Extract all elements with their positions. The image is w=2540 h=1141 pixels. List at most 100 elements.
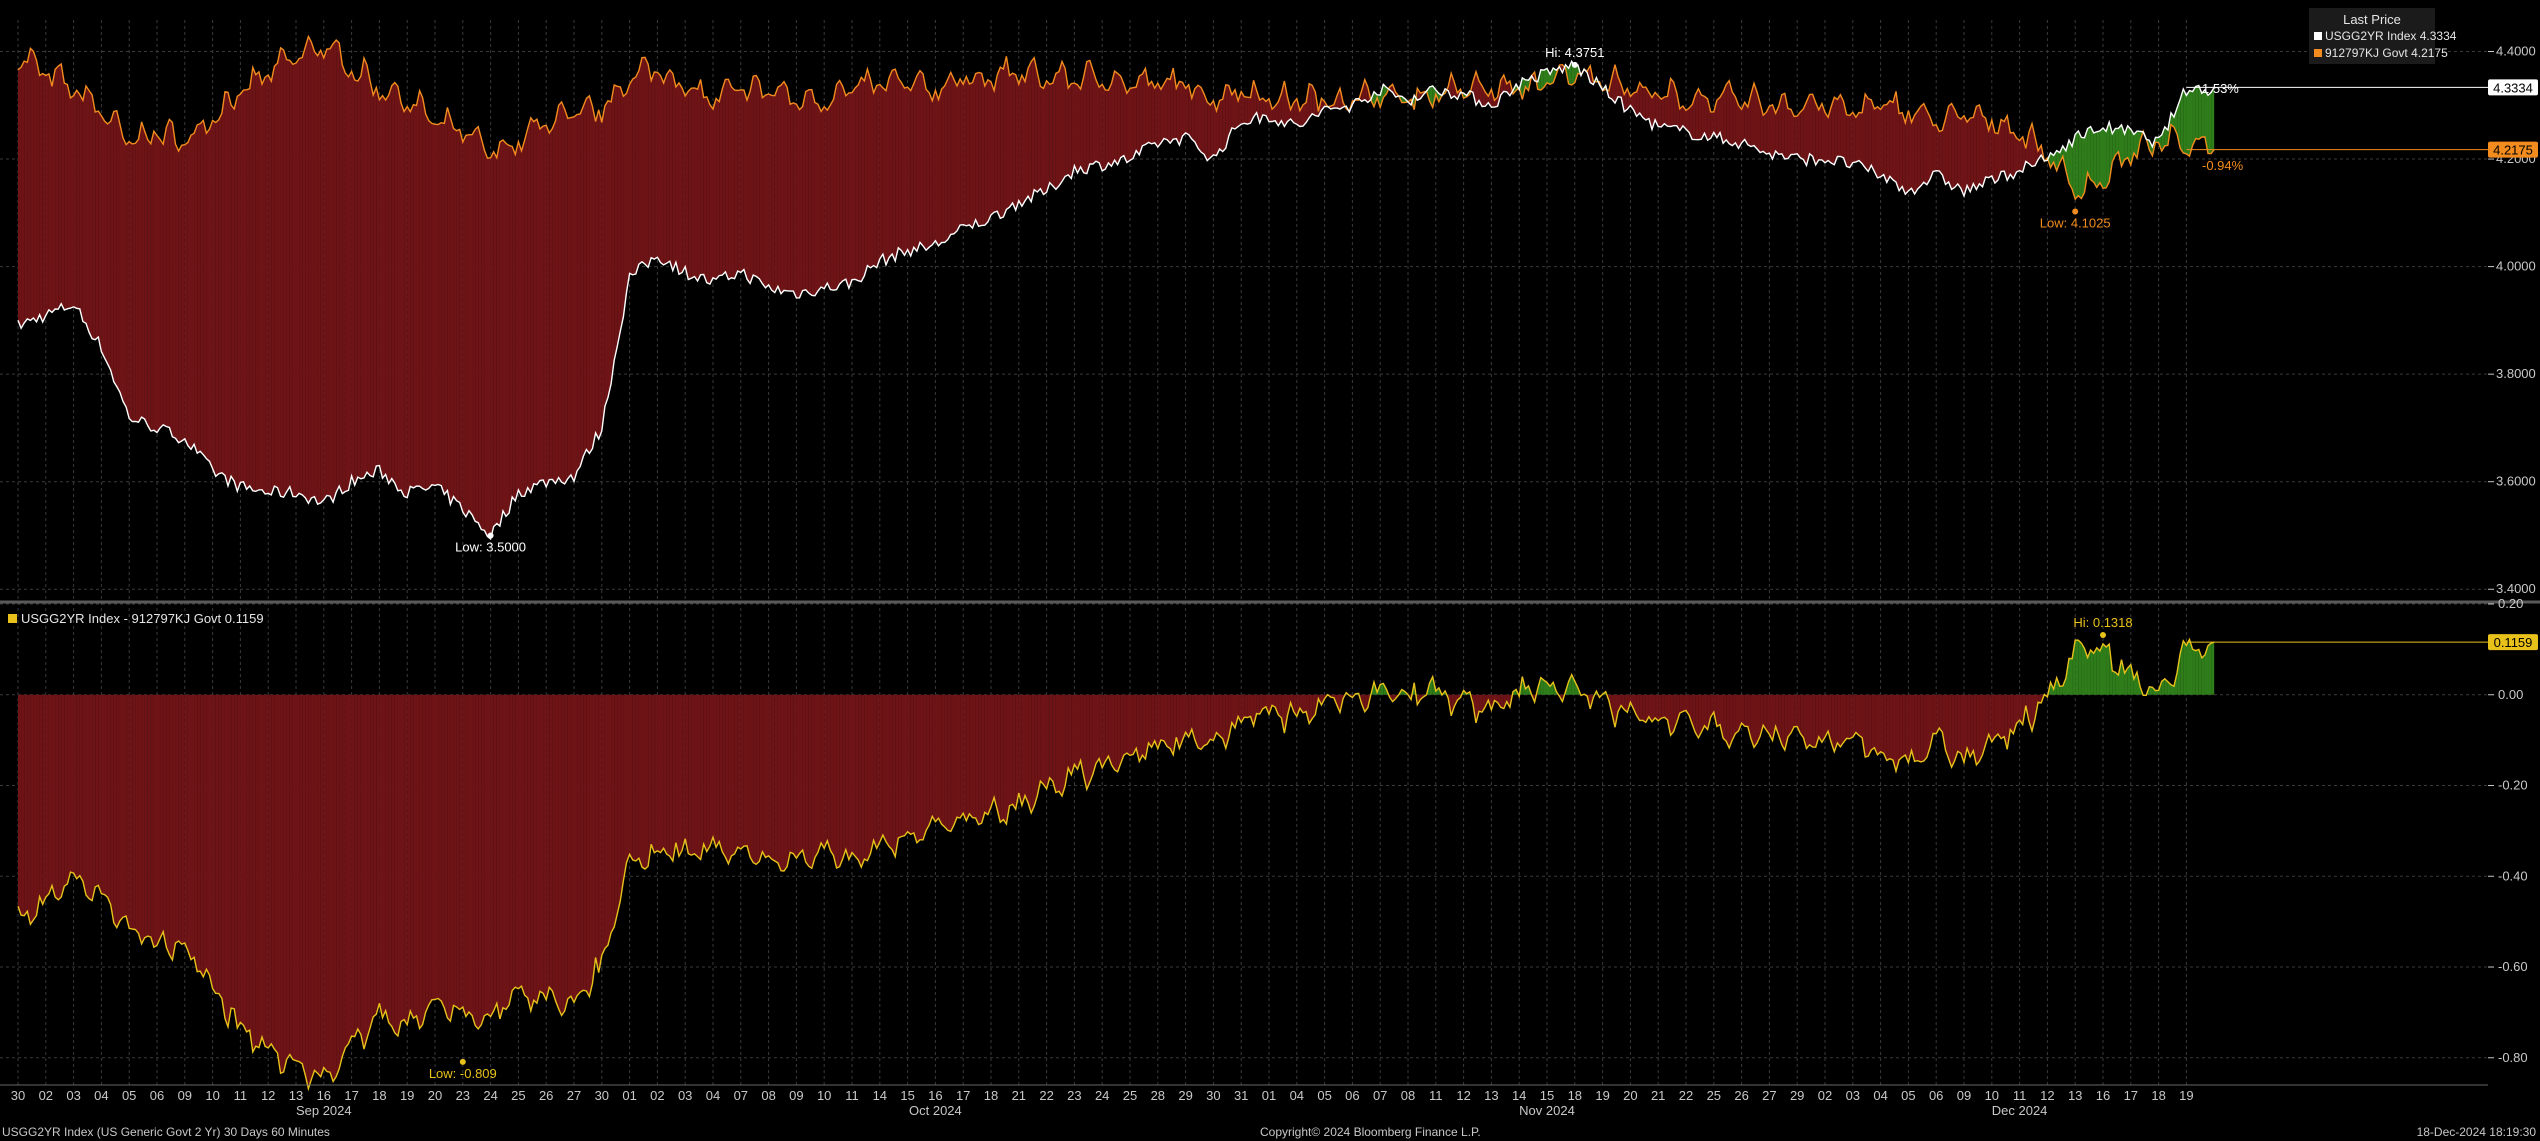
lower-red-band: [481, 694, 485, 1025]
lower-red-band: [1880, 694, 1884, 754]
x-month-label: Dec 2024: [1992, 1103, 2048, 1118]
upper-red-band: [1120, 76, 1124, 158]
upper-red-band: [410, 104, 414, 488]
lower-red-band: [1933, 694, 1937, 734]
upper-red-band: [283, 50, 287, 498]
upper-red-band: [1868, 98, 1872, 172]
lower-red-band: [873, 694, 877, 849]
lower-red-band: [194, 694, 198, 972]
x-tick-label: 22: [1039, 1088, 1053, 1103]
x-tick-label: 15: [1540, 1088, 1554, 1103]
lower-red-band: [73, 694, 77, 879]
lower-red-band: [85, 694, 90, 899]
legend-row-912797kj[interactable]: 912797KJ Govt 4.2175: [2314, 46, 2448, 60]
upper-red-band: [1892, 91, 1897, 182]
annotation-marker: [487, 532, 494, 539]
lower-red-band: [55, 694, 59, 900]
upper-red-band: [70, 95, 74, 309]
y-tick-label-lower: -0.40: [2498, 868, 2528, 883]
upper-red-band: [635, 70, 639, 275]
lower-red-band: [898, 694, 902, 838]
upper-red-band: [1133, 87, 1137, 159]
lower-red-band: [268, 694, 272, 1048]
lower-red-band: [598, 694, 602, 973]
upper-red-band: [240, 90, 244, 483]
lower-red-band: [354, 694, 358, 1037]
lower-red-band: [447, 694, 451, 1022]
lower-red-band: [1855, 694, 1859, 736]
lower-red-band: [1716, 694, 1720, 727]
upper-red-band: [1911, 115, 1915, 194]
x-tick-label: 10: [817, 1088, 831, 1103]
legend-row-usgg2yr[interactable]: USGG2YR Index 4.3334: [2314, 29, 2456, 43]
upper-red-band: [870, 79, 874, 268]
lower-red-band: [79, 694, 83, 882]
lower-red-band: [926, 694, 930, 831]
upper-red-band: [654, 71, 658, 260]
lower-legend[interactable]: USGG2YR Index - 912797KJ Govt 0.1159: [8, 611, 264, 626]
lower-red-band: [564, 694, 568, 1011]
upper-red-band: [1074, 83, 1078, 173]
y-tick-label-lower: -0.20: [2498, 778, 2528, 793]
lower-red-band: [64, 694, 68, 887]
lower-red-band: [178, 694, 182, 945]
upper-red-band: [221, 91, 225, 476]
y-tick-label-lower: -0.60: [2498, 959, 2528, 974]
upper-red-band: [713, 98, 717, 280]
upper-red-band: [818, 104, 822, 291]
upper-red-band: [1797, 112, 1801, 158]
upper-red-band: [561, 101, 565, 484]
upper-red-band: [592, 106, 596, 449]
upper-red-band: [1670, 78, 1674, 127]
lower-red-band: [663, 694, 667, 855]
upper-red-band: [422, 97, 426, 491]
lower-red-band: [848, 694, 852, 860]
lower-red-band: [623, 694, 627, 881]
upper-red-band: [564, 109, 568, 484]
lower-red-band: [274, 694, 278, 1054]
upper-red-band: [416, 90, 420, 487]
lower-red-band: [672, 694, 676, 862]
upper-red-band: [1157, 83, 1161, 148]
upper-red-band: [994, 75, 998, 213]
upper-red-band: [1130, 87, 1134, 161]
lower-green-band: [2211, 642, 2215, 695]
lower-red-band: [561, 694, 565, 1016]
upper-red-band: [632, 77, 636, 275]
lower-red-band: [296, 694, 300, 1062]
x-tick-label: 21: [1012, 1088, 1026, 1103]
lower-green-band: [2115, 672, 2119, 695]
lower-red-band: [509, 694, 513, 1005]
upper-red-band: [536, 119, 541, 485]
upper-red-band: [2016, 137, 2020, 172]
upper-red-band: [734, 90, 738, 279]
lower-red-band: [119, 694, 124, 921]
upper-red-band: [824, 106, 828, 289]
upper-red-band: [1967, 118, 1971, 192]
upper-red-band: [626, 84, 630, 293]
upper-red-band: [1840, 94, 1844, 158]
upper-red-band: [36, 60, 40, 322]
lower-red-band: [1874, 694, 1878, 755]
x-tick-label: 01: [622, 1088, 636, 1103]
upper-red-band: [1210, 100, 1214, 158]
lower-red-band: [1905, 694, 1909, 763]
lower-red-band: [1682, 694, 1686, 712]
lower-green-band: [2103, 643, 2107, 695]
upper-red-band: [1902, 112, 1906, 195]
lower-red-band: [617, 694, 621, 915]
lower-red-band: [506, 694, 510, 1010]
lower-red-band: [465, 694, 469, 1017]
lower-red-band: [947, 694, 951, 832]
upper-red-band: [981, 73, 985, 226]
upper-red-band: [299, 57, 303, 495]
upper-red-band: [512, 146, 516, 501]
upper-red-band: [1753, 83, 1758, 149]
upper-red-band: [1049, 83, 1053, 186]
upper-red-band: [617, 86, 621, 347]
upper-red-band: [336, 39, 340, 493]
upper-red-band: [1865, 94, 1869, 172]
bloomberg-chart: 3.40003.60003.80004.00004.20004.40000.20…: [0, 0, 2540, 1141]
lower-red-band: [1040, 694, 1044, 785]
upper-red-band: [425, 113, 429, 491]
